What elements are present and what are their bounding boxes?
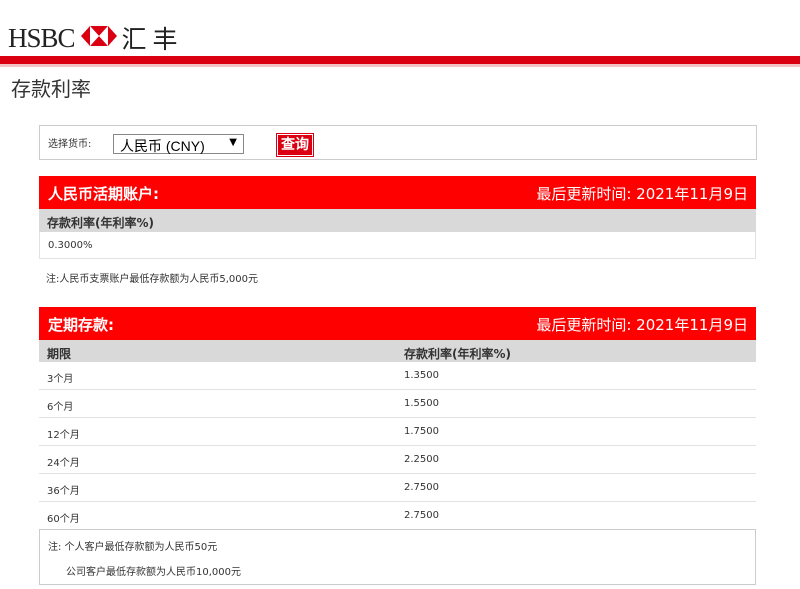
time-deposit-note-box: 注: 个人客户最低存款额为人民币50元 公司客户最低存款额为人民币10,000元 <box>39 530 756 585</box>
logo-chinese-name: 汇丰 <box>121 25 184 54</box>
page-title: 存款利率 <box>11 77 91 101</box>
time-deposit-note-1: 注: 个人客户最低存款额为人民币50元 <box>48 542 218 553</box>
time-deposit-updated: 最后更新时间: 2021年11月9日 <box>536 316 748 334</box>
col-term-header: 期限 <box>47 347 72 361</box>
site-header: HSBC 汇丰 <box>0 0 800 58</box>
time-deposit-header: 定期存款: 最后更新时间: 2021年11月9日 <box>39 307 756 340</box>
rate-cell: 1.5500 <box>404 398 439 409</box>
current-account-note: 注:人民币支票账户最低存款额为人民币5,000元 <box>46 274 258 285</box>
table-row: 3个月 1.3500 <box>39 362 756 390</box>
term-cell: 3个月 <box>47 374 74 385</box>
currency-select-value: 人民币 (CNY) <box>120 138 205 154</box>
current-account-panel: 人民币活期账户: 最后更新时间: 2021年11月9日 存款利率(年利率%) 0… <box>39 176 756 259</box>
currency-select[interactable]: 人民币 (CNY) ▼ <box>113 134 244 154</box>
currency-label: 选择货币: <box>48 139 92 150</box>
hsbc-hexagon-icon <box>80 26 117 50</box>
term-cell: 24个月 <box>47 458 80 469</box>
col-rate-header: 存款利率(年利率%) <box>47 216 154 230</box>
time-deposit-panel: 定期存款: 最后更新时间: 2021年11月9日 期限 存款利率(年利率%) 3… <box>39 307 756 585</box>
term-cell: 6个月 <box>47 402 74 413</box>
term-cell: 36个月 <box>47 486 80 497</box>
currency-selector-bar: 选择货币: 人民币 (CNY) ▼ 查询 <box>39 125 757 160</box>
time-deposit-title: 定期存款: <box>48 316 114 334</box>
current-account-col-header: 存款利率(年利率%) <box>39 209 756 232</box>
table-row: 6个月 1.5500 <box>39 390 756 418</box>
table-row: 24个月 2.2500 <box>39 446 756 474</box>
current-account-title: 人民币活期账户: <box>48 185 159 203</box>
dropdown-arrow-icon: ▼ <box>229 137 237 148</box>
rate-cell: 1.7500 <box>404 426 439 437</box>
current-account-updated: 最后更新时间: 2021年11月9日 <box>536 185 748 203</box>
query-button[interactable]: 查询 <box>277 134 313 156</box>
table-row: 60个月 2.7500 <box>39 502 756 530</box>
time-deposit-note-2: 公司客户最低存款额为人民币10,000元 <box>66 567 241 578</box>
rate-cell: 1.3500 <box>404 370 439 381</box>
header-red-bar <box>0 56 800 67</box>
rate-cell: 2.7500 <box>404 510 439 521</box>
current-account-rate-row: 0.3000% <box>39 232 756 259</box>
term-cell: 60个月 <box>47 514 80 525</box>
time-deposit-col-header: 期限 存款利率(年利率%) <box>39 340 756 362</box>
table-row: 12个月 1.7500 <box>39 418 756 446</box>
current-account-header: 人民币活期账户: 最后更新时间: 2021年11月9日 <box>39 176 756 209</box>
table-row: 36个月 2.7500 <box>39 474 756 502</box>
hsbc-logo[interactable]: HSBC 汇丰 <box>8 22 184 55</box>
col-rate-header: 存款利率(年利率%) <box>404 347 511 361</box>
logo-text: HSBC <box>8 22 76 53</box>
rate-cell: 2.7500 <box>404 482 439 493</box>
term-cell: 12个月 <box>47 430 80 441</box>
rate-cell: 2.2500 <box>404 454 439 465</box>
current-account-rate: 0.3000% <box>48 240 93 251</box>
